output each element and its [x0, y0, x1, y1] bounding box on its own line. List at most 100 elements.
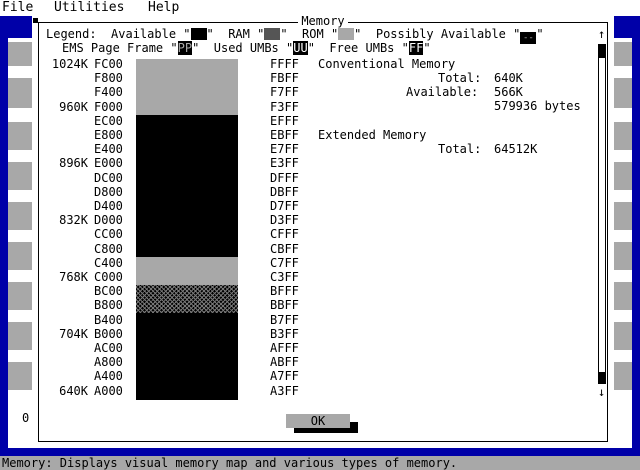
map-row-kilobytes: 832K — [59, 213, 88, 227]
map-row-kilobytes: 960K — [59, 100, 88, 114]
legend-ems-page-frame: EMS Page Frame — [62, 41, 164, 55]
map-segment-rom — [136, 257, 238, 285]
conventional-heading: Conventional Memory — [318, 57, 456, 71]
menu-help[interactable]: Help — [148, 0, 179, 15]
map-row-end-address: B3FF — [270, 327, 299, 341]
status-bar: Memory: Displays visual memory map and v… — [0, 456, 640, 470]
map-row-end-address: D7FF — [270, 199, 299, 213]
map-row-end-address: A7FF — [270, 369, 299, 383]
map-row-end-address: F3FF — [270, 100, 299, 114]
map-row-start-address: C400 — [94, 256, 123, 270]
background-block — [614, 162, 632, 190]
background-block — [8, 282, 32, 310]
legend-ems-code: PP — [177, 41, 193, 55]
map-row-start-address: EC00 — [94, 114, 123, 128]
legend-line-2: EMS Page Frame "PP" Used UMBs "UU" Free … — [62, 41, 431, 55]
legend-used-code: UU — [293, 41, 308, 55]
map-segment-rom — [136, 59, 238, 115]
legend-free-code: FF — [408, 41, 424, 55]
map-row-end-address: C3FF — [270, 270, 299, 284]
background-block — [8, 78, 32, 108]
extended-total-label: Total: — [438, 142, 482, 156]
ok-button[interactable]: OK — [286, 414, 350, 428]
map-row-end-address: CFFF — [270, 227, 299, 241]
legend-rom: ROM — [302, 27, 324, 41]
background-block — [614, 362, 632, 390]
map-row-start-address: A400 — [94, 369, 123, 383]
map-row-end-address: BBFF — [270, 298, 299, 312]
map-row-end-address: B7FF — [270, 313, 299, 327]
map-row-kilobytes: 640K — [59, 384, 88, 398]
scroll-up-arrow-icon[interactable]: ↑ — [598, 28, 605, 41]
map-row-start-address: A000 — [94, 384, 123, 398]
conventional-total-value: 640K — [494, 71, 523, 85]
map-row-kilobytes: 704K — [59, 327, 88, 341]
dialog-title: Memory — [32, 14, 614, 28]
legend-label: Legend: — [46, 27, 97, 41]
menu-file[interactable]: File — [2, 0, 33, 15]
map-row-end-address: EBFF — [270, 128, 299, 142]
map-row-kilobytes: 768K — [59, 270, 88, 284]
map-row-start-address: FC00 — [94, 57, 123, 71]
scrollbar-bottom-block — [598, 372, 606, 384]
map-row-end-address: BFFF — [270, 284, 299, 298]
background-block — [8, 322, 32, 350]
conventional-available-value: 566K — [494, 85, 523, 99]
map-row-end-address: DFFF — [270, 171, 299, 185]
background-block — [614, 78, 632, 108]
scrollbar-track[interactable] — [598, 58, 606, 372]
map-row-start-address: D000 — [94, 213, 123, 227]
map-row-start-address: AC00 — [94, 341, 123, 355]
memory-dialog: Memory Legend: Available " " RAM " " ROM "… — [32, 14, 614, 448]
map-row-start-address: D400 — [94, 199, 123, 213]
map-row-start-address: BC00 — [94, 284, 123, 298]
map-row-end-address: C7FF — [270, 256, 299, 270]
map-row-end-address: CBFF — [270, 242, 299, 256]
extended-total-value: 64512K — [494, 142, 538, 156]
map-row-end-address: AFFF — [270, 341, 299, 355]
memory-map — [136, 59, 238, 400]
legend-available-swatch — [190, 28, 207, 40]
map-row-end-address: EFFF — [270, 114, 299, 128]
legend-used-umbs: Used UMBs — [213, 41, 279, 55]
map-row-start-address: C000 — [94, 270, 123, 284]
scrollbar-thumb[interactable] — [598, 44, 606, 58]
menu-utilities[interactable]: Utilities — [54, 0, 124, 15]
background-block — [8, 42, 32, 66]
map-row-start-address: F000 — [94, 100, 123, 114]
legend-free-umbs: Free UMBs — [329, 41, 395, 55]
background-block — [8, 162, 32, 190]
map-segment-available — [136, 313, 238, 400]
legend-available: Available — [111, 27, 177, 41]
background-block — [614, 242, 632, 270]
map-row-end-address: FFFF — [270, 57, 299, 71]
background-block — [614, 122, 632, 150]
scroll-down-arrow-icon[interactable]: ↓ — [598, 386, 605, 399]
map-row-start-address: C800 — [94, 242, 123, 256]
map-row-start-address: B400 — [94, 313, 123, 327]
dialog-title-text: Memory — [298, 14, 348, 28]
map-segment-available — [136, 115, 238, 257]
map-row-start-address: DC00 — [94, 171, 123, 185]
map-row-end-address: F7FF — [270, 85, 299, 99]
map-row-start-address: D800 — [94, 185, 123, 199]
map-row-kilobytes: 1024K — [51, 57, 88, 71]
map-row-end-address: E3FF — [270, 156, 299, 170]
background-block — [8, 362, 32, 390]
background-block — [8, 242, 32, 270]
legend-ram: RAM — [228, 27, 250, 41]
map-segment-ram — [136, 285, 238, 313]
map-row-start-address: B000 — [94, 327, 123, 341]
conventional-available-label: Available: — [406, 85, 479, 99]
map-row-end-address: E7FF — [270, 142, 299, 156]
extended-heading: Extended Memory — [318, 128, 427, 142]
status-text: Memory: Displays visual memory map and v… — [2, 456, 458, 470]
background-window-text: 0 — [22, 411, 30, 425]
conventional-total-label: Total: — [438, 71, 482, 85]
background-block — [614, 202, 632, 230]
conventional-bytes: 579936 bytes — [494, 99, 581, 113]
map-row-start-address: E400 — [94, 142, 123, 156]
map-row-start-address: B800 — [94, 298, 123, 312]
map-row-start-address: E800 — [94, 128, 123, 142]
legend-possibly-available-swatch: -- — [520, 32, 537, 44]
